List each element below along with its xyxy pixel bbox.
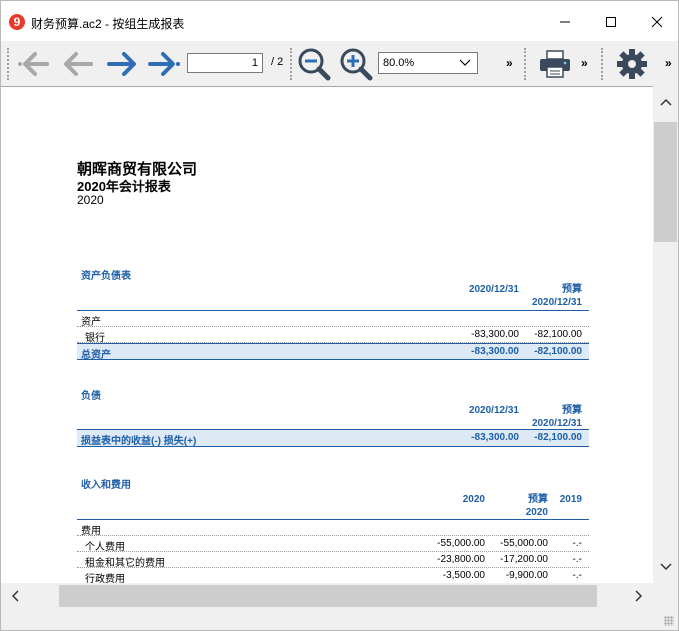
- print-button[interactable]: [538, 47, 572, 81]
- window-title: 财务预算.ac2 - 按组生成报表: [31, 17, 185, 31]
- row-value: -55,000.00: [437, 538, 485, 549]
- row-value: -.-: [572, 570, 582, 581]
- zoom-select[interactable]: 80.0%: [378, 52, 478, 74]
- next-page-button[interactable]: [105, 47, 139, 81]
- chevron-right-icon: [635, 590, 643, 602]
- group-label-expenses: 费用: [81, 526, 101, 537]
- report-viewport[interactable]: 朝晖商贸有限公司 2020年会计报表 2020 资产负债表 2020/12/31…: [1, 86, 653, 583]
- scroll-left-button[interactable]: [1, 583, 29, 609]
- chevron-down-icon: [659, 563, 672, 571]
- row-value: -.-: [572, 538, 582, 549]
- section-title-liabilities: 负债: [81, 391, 101, 402]
- total-value: -82,100.00: [534, 432, 582, 443]
- total-value: -82,100.00: [534, 346, 582, 357]
- last-page-icon: [148, 52, 180, 76]
- row-value: -82,100.00: [534, 329, 582, 340]
- row-label: 银行: [85, 333, 105, 344]
- row-label: 行政费用: [85, 574, 125, 583]
- table-row: 行政费用 -3,500.00 -9,900.00 -.-: [77, 568, 589, 583]
- column-header-budget: 预算: [562, 405, 582, 416]
- row-value: -83,300.00: [471, 329, 519, 340]
- chevron-left-icon: [11, 590, 19, 602]
- table-row: 银行 -83,300.00 -82,100.00: [77, 327, 589, 344]
- arrow-right-icon: [107, 52, 136, 76]
- toolbar-overflow-button[interactable]: »: [581, 56, 588, 70]
- toolbar-overflow-button[interactable]: »: [665, 56, 672, 70]
- horizontal-scroll-thumb[interactable]: [59, 585, 597, 607]
- total-label: 总资产: [81, 350, 111, 361]
- last-page-button[interactable]: [147, 47, 181, 81]
- vertical-scrollbar[interactable]: [653, 86, 678, 583]
- chevron-down-icon: [459, 59, 471, 66]
- total-row: 损益表中的收益(-) 损失(+) -83,300.00 -82,100.00: [77, 429, 589, 447]
- column-header-prior-year: 2019: [559, 494, 582, 505]
- toolbar-grip[interactable]: [7, 48, 10, 80]
- gear-icon: [617, 49, 647, 79]
- row-label: 个人费用: [85, 542, 125, 553]
- arrow-left-icon: [64, 52, 93, 76]
- zoom-out-button[interactable]: [297, 47, 331, 81]
- scroll-right-button[interactable]: [625, 583, 653, 609]
- table-row: 租金和其它的费用 -23,800.00 -17,200.00 -.-: [77, 552, 589, 569]
- column-header-year: 2020: [462, 494, 485, 505]
- scroll-up-button[interactable]: [653, 86, 678, 118]
- group-row: 费用: [77, 520, 589, 537]
- row-value: -17,200.00: [500, 554, 548, 565]
- report-year: 2020: [77, 193, 104, 207]
- row-value: -55,000.00: [500, 538, 548, 549]
- first-page-icon: [18, 52, 49, 76]
- row-value: -3,500.00: [442, 570, 485, 581]
- horizontal-scrollbar[interactable]: [1, 583, 653, 609]
- vertical-scroll-thumb[interactable]: [654, 122, 677, 242]
- zoom-in-icon: [340, 48, 373, 81]
- toolbar-grip[interactable]: [524, 48, 527, 80]
- toolbar-grip[interactable]: [290, 48, 293, 80]
- maximize-icon: [606, 17, 616, 27]
- row-value: -23,800.00: [437, 554, 485, 565]
- page-total-label: / 2: [271, 56, 284, 68]
- table-row: 个人费用 -55,000.00 -55,000.00 -.-: [77, 536, 589, 553]
- page-number-input[interactable]: 1: [187, 53, 263, 73]
- settings-button[interactable]: [615, 47, 649, 81]
- total-value: -83,300.00: [471, 346, 519, 357]
- scroll-down-button[interactable]: [653, 551, 678, 583]
- toolbar-overflow-button[interactable]: »: [506, 56, 513, 70]
- group-row: 资产: [77, 311, 589, 328]
- zoom-out-icon: [298, 48, 331, 81]
- previous-page-button[interactable]: [61, 47, 95, 81]
- row-value: -.-: [572, 554, 582, 565]
- minimize-button[interactable]: [543, 7, 587, 37]
- close-icon: [651, 16, 663, 28]
- minimize-icon: [560, 21, 570, 23]
- total-row: 总资产 -83,300.00 -82,100.00: [77, 343, 589, 361]
- app-logo-icon: 9: [9, 14, 25, 30]
- toolbar-grip[interactable]: [601, 48, 604, 80]
- column-header-date: 2020/12/31: [468, 405, 519, 416]
- scrollbar-corner: [653, 583, 678, 609]
- status-bar: [1, 609, 678, 630]
- row-value: -9,900.00: [505, 570, 548, 581]
- close-button[interactable]: [635, 7, 679, 37]
- title-bar: 9 财务预算.ac2 - 按组生成报表: [1, 1, 678, 41]
- group-label-assets: 资产: [81, 317, 101, 328]
- row-label: 租金和其它的费用: [85, 558, 165, 569]
- column-header-budget-year: 2020: [525, 507, 548, 518]
- total-label: 损益表中的收益(-) 损失(+): [81, 436, 197, 447]
- resize-grip-icon[interactable]: [664, 616, 674, 626]
- section-title-balance-sheet: 资产负债表: [81, 271, 131, 282]
- maximize-button[interactable]: [589, 7, 633, 37]
- first-page-button[interactable]: [17, 47, 51, 81]
- toolbar: 1 / 2 80.0% » » »: [1, 41, 678, 86]
- column-header-date: 2020/12/31: [468, 284, 519, 295]
- zoom-in-button[interactable]: [339, 47, 373, 81]
- column-header-budget: 预算: [528, 494, 548, 505]
- chevron-up-icon: [659, 98, 672, 106]
- section-title-income-expenses: 收入和费用: [81, 480, 131, 491]
- column-header-budget-date: 2020/12/31: [531, 297, 582, 308]
- column-header-budget: 预算: [562, 284, 582, 295]
- zoom-value: 80.0%: [383, 57, 415, 69]
- total-value: -83,300.00: [471, 432, 519, 443]
- printer-icon: [540, 50, 570, 78]
- app-window: 9 财务预算.ac2 - 按组生成报表 1 / 2 80.0% » » » 朝晖…: [0, 0, 679, 631]
